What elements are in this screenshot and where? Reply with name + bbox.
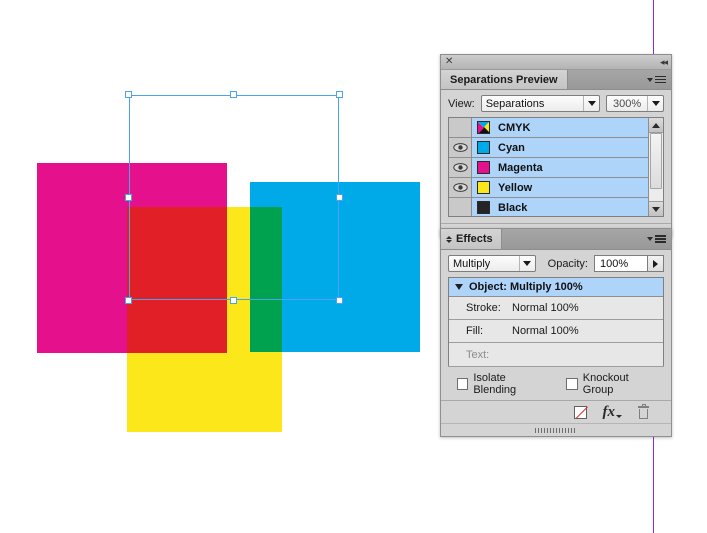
color-swatch-cyan — [477, 141, 490, 154]
tab-effects-label: Effects — [456, 233, 493, 245]
collapse-panel-icon[interactable]: ◂◂ — [660, 57, 668, 67]
visibility-cell-cmyk[interactable] — [449, 118, 472, 137]
selection-handle-top-right[interactable] — [336, 91, 343, 98]
effects-panel-body: Multiply Opacity: 100% Object: Multiply … — [441, 250, 671, 400]
separation-label-magenta: Magenta — [498, 161, 543, 174]
trash-icon[interactable] — [638, 403, 649, 419]
view-label: View: — [448, 97, 475, 110]
effects-stroke-value: Normal 100% — [512, 302, 579, 314]
separation-label-black: Black — [498, 201, 528, 214]
effects-hamburger-icon — [655, 235, 666, 243]
effects-object-row[interactable]: Object: Multiply 100% — [449, 278, 663, 297]
zoom-level-select[interactable]: 300% — [606, 95, 664, 112]
fx-icon[interactable]: fx — [603, 404, 622, 420]
color-swatch-yellow — [477, 181, 490, 194]
separation-label-yellow: Yellow — [498, 181, 533, 194]
opacity-input[interactable]: 100% — [594, 255, 648, 272]
effects-text-row: Text: — [449, 343, 663, 366]
color-swatch-magenta — [477, 161, 490, 174]
effects-fill-value: Normal 100% — [512, 325, 579, 337]
view-mode-value: Separations — [485, 97, 545, 110]
knockout-group-label: Knockout Group — [582, 372, 629, 396]
separations-scrollbar[interactable] — [648, 118, 663, 216]
drag-dots-icon — [535, 427, 577, 433]
blending-options-row: Isolate Blending Knockout Group — [448, 366, 664, 400]
cmyk-swatch-icon — [477, 121, 490, 134]
selection-handle-bottom-center[interactable] — [230, 297, 237, 304]
visibility-cell-black[interactable] — [449, 198, 472, 216]
effects-panel: Effects Multiply Opacity: 100% Object: M… — [440, 228, 672, 437]
effects-fill-key: Fill: — [466, 325, 484, 337]
selection-handle-middle-right[interactable] — [336, 193, 343, 201]
selection-bounding-box[interactable] — [125, 91, 343, 304]
clear-appearance-icon[interactable] — [573, 405, 587, 419]
knockout-group-checkbox[interactable] — [566, 378, 578, 390]
tab-effects[interactable]: Effects — [441, 229, 502, 249]
effects-toolbar: fx — [441, 400, 671, 423]
eye-icon-yellow[interactable] — [449, 178, 472, 197]
opacity-label: Opacity: — [547, 257, 588, 270]
panel-menu-icon[interactable] — [647, 75, 666, 84]
selection-handle-middle-left[interactable] — [125, 193, 132, 201]
selection-handle-top-left[interactable] — [125, 91, 132, 98]
panel-tabbar: Separations Preview — [441, 70, 671, 90]
effects-panel-menu-icon[interactable] — [647, 235, 666, 243]
isolate-blending-checkbox[interactable] — [457, 378, 469, 390]
separation-row-magenta[interactable]: Magenta — [449, 158, 648, 178]
hamburger-icon — [655, 75, 666, 84]
zoom-level-value: 300% — [613, 97, 642, 110]
separation-row-cmyk[interactable]: CMYK — [449, 118, 648, 138]
scrollbar-track[interactable] — [649, 133, 663, 201]
blend-mode-select[interactable]: Multiply — [448, 255, 536, 272]
knockout-group-group[interactable]: Knockout Group — [566, 372, 657, 396]
selection-handle-bottom-left[interactable] — [125, 297, 132, 304]
effects-stroke-key: Stroke: — [466, 302, 501, 314]
effects-tabbar: Effects — [441, 229, 671, 250]
separation-row-black[interactable]: Black — [449, 198, 648, 216]
color-swatch-black — [477, 201, 490, 214]
separation-label-cyan: Cyan — [498, 141, 525, 154]
effects-panel-drag-handle[interactable] — [441, 423, 671, 436]
disclosure-triangle-icon[interactable] — [455, 284, 463, 290]
effects-tabbar-filler — [501, 229, 671, 249]
updown-arrows-icon — [446, 235, 452, 243]
view-row: View: Separations 300% — [448, 95, 664, 112]
eye-icon-magenta[interactable] — [449, 158, 472, 177]
separations-preview-panel: ✕ ◂◂ Separations Preview View: Separatio… — [440, 54, 672, 238]
eye-icon-cyan[interactable] — [449, 138, 472, 157]
blend-mode-value: Multiply — [453, 257, 491, 270]
selection-handle-bottom-right[interactable] — [336, 297, 343, 304]
tab-separations-preview-label: Separations Preview — [450, 73, 558, 86]
blend-opacity-row: Multiply Opacity: 100% — [448, 255, 664, 272]
separation-label-cmyk: CMYK — [498, 121, 531, 134]
tabbar-filler — [567, 70, 671, 89]
separations-list[interactable]: CMYK Cyan Magenta Yellow Black — [448, 117, 664, 217]
selection-handle-top-center[interactable] — [230, 91, 237, 98]
close-icon[interactable]: ✕ — [445, 57, 453, 67]
isolate-blending-group[interactable]: Isolate Blending — [457, 372, 546, 396]
effects-stroke-row[interactable]: Stroke: Normal 100% — [449, 297, 663, 320]
separation-row-cyan[interactable]: Cyan — [449, 138, 648, 158]
opacity-stepper-icon[interactable] — [648, 255, 664, 272]
scrollbar-thumb[interactable] — [650, 133, 662, 189]
blend-mode-chevron-down-icon — [518, 256, 535, 271]
opacity-value: 100% — [600, 257, 629, 270]
separation-row-yellow[interactable]: Yellow — [449, 178, 648, 198]
separations-panel-body: View: Separations 300% CMYK Cyan Magenta… — [441, 90, 671, 223]
scroll-up-arrow-icon[interactable] — [649, 118, 663, 133]
view-mode-chevron-down-icon — [583, 96, 599, 111]
scroll-down-arrow-icon[interactable] — [649, 201, 663, 216]
panel-menu-caret-icon — [647, 77, 653, 82]
view-mode-select[interactable]: Separations — [480, 95, 600, 112]
isolate-blending-label: Isolate Blending — [473, 372, 517, 396]
effects-object-label: Object: Multiply 100% — [469, 281, 583, 293]
effects-menu-caret-icon — [647, 237, 653, 241]
effects-text-key: Text: — [466, 348, 490, 361]
effects-attribute-list: Object: Multiply 100% Stroke: Normal 100… — [448, 277, 664, 366]
effects-fill-row[interactable]: Fill: Normal 100% — [449, 320, 663, 343]
separations-rows: CMYK Cyan Magenta Yellow Black — [449, 118, 648, 216]
tab-separations-preview[interactable]: Separations Preview — [441, 70, 568, 89]
panel-titlebar: ✕ ◂◂ — [441, 55, 671, 70]
zoom-level-chevron-down-icon — [647, 96, 663, 111]
